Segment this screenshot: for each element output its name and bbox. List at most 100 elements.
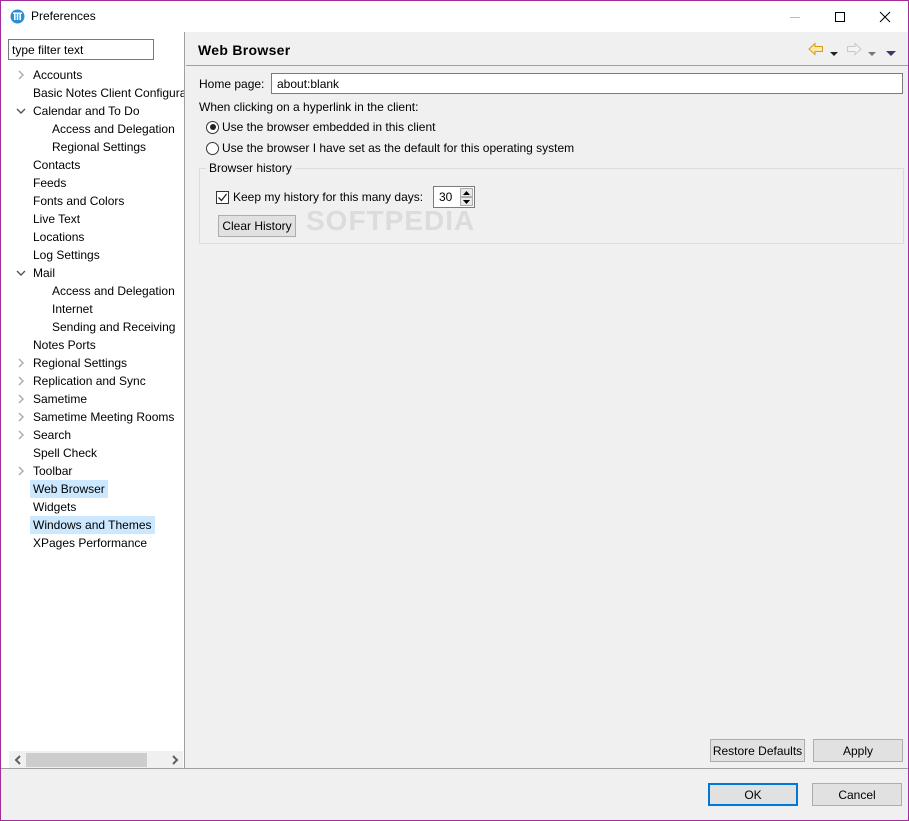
tree-item[interactable]: Replication and Sync — [1, 372, 184, 390]
back-history-dropdown[interactable] — [830, 46, 838, 60]
arrow-up-icon — [463, 190, 470, 195]
tree-item[interactable]: Windows and Themes — [1, 516, 184, 534]
keep-history-checkbox-row[interactable]: Keep my history for this many days: — [216, 188, 423, 206]
horizontal-scrollbar[interactable] — [9, 751, 183, 768]
forward-arrow-icon — [847, 42, 862, 56]
tree-item[interactable]: Sending and Receiving — [1, 318, 184, 336]
tree-item[interactable]: Toolbar — [1, 462, 184, 480]
tree-item-label: Locations — [33, 230, 85, 244]
chevron-right-icon[interactable] — [15, 354, 27, 372]
checkmark-icon — [218, 193, 228, 201]
arrow-down-icon — [463, 199, 470, 204]
tree-item-label: Notes Ports — [33, 338, 96, 352]
apply-button[interactable]: Apply — [813, 739, 903, 762]
tree-item[interactable]: Mail — [1, 264, 184, 282]
tree-item[interactable]: Contacts — [1, 156, 184, 174]
chevron-left-icon — [14, 754, 21, 765]
tree-item[interactable]: Regional Settings — [1, 354, 184, 372]
spin-up-button[interactable] — [460, 188, 473, 197]
tree-item[interactable]: Web Browser — [1, 480, 184, 498]
chevron-down-icon[interactable] — [15, 102, 27, 120]
tree-item[interactable]: Calendar and To Do — [1, 102, 184, 120]
dropdown-arrow-icon — [868, 52, 876, 56]
tree-item-label: Accounts — [33, 68, 83, 82]
tree-item-label: Feeds — [33, 176, 67, 190]
home-page-label: Home page: — [199, 77, 265, 91]
radio-button[interactable] — [206, 141, 219, 155]
keep-history-checkbox[interactable] — [216, 190, 229, 204]
tree-item-label: Regional Settings — [33, 356, 128, 370]
radio-button-checked[interactable] — [206, 120, 219, 134]
chevron-right-icon[interactable] — [15, 390, 27, 408]
notes-app-icon — [10, 9, 25, 24]
restore-defaults-button[interactable]: Restore Defaults — [710, 739, 805, 762]
maximize-button[interactable] — [817, 1, 863, 32]
tree-item-label: Access and Delegation — [52, 284, 175, 298]
tree-item[interactable]: Notes Ports — [1, 336, 184, 354]
chevron-right-icon[interactable] — [15, 66, 27, 84]
view-menu-button[interactable] — [886, 46, 896, 60]
preferences-tree-pane: Accounts Basic Notes Client Configuration… — [1, 32, 185, 768]
spin-down-button[interactable] — [460, 197, 473, 206]
history-days-value[interactable]: 30 — [439, 190, 452, 204]
minimize-icon — [790, 16, 800, 18]
chevron-right-icon[interactable] — [15, 462, 27, 480]
preference-page: Web Browser Home page: When clicking on … — [186, 32, 908, 768]
history-days-spinner[interactable]: 30 — [433, 186, 475, 208]
chevron-right-icon[interactable] — [15, 408, 27, 426]
tree-item[interactable]: Widgets — [1, 498, 184, 516]
filter-input[interactable] — [8, 39, 154, 60]
minimize-button[interactable] — [772, 1, 818, 32]
back-arrow-icon — [808, 42, 823, 56]
scrollbar-thumb[interactable] — [26, 753, 147, 767]
back-button[interactable] — [808, 42, 824, 59]
clear-history-button[interactable]: Clear History — [218, 215, 296, 237]
tree-item[interactable]: XPages Performance — [1, 534, 184, 552]
tree-item[interactable]: Regional Settings — [1, 138, 184, 156]
tree-item[interactable]: Sametime — [1, 390, 184, 408]
tree-item-label: Access and Delegation — [52, 122, 175, 136]
preferences-tree: Accounts Basic Notes Client Configuration… — [1, 66, 184, 552]
view-menu-icon — [886, 51, 896, 56]
tree-item-label: Widgets — [33, 500, 77, 514]
tree-item[interactable]: Feeds — [1, 174, 184, 192]
radio-label: Use the browser I have set as the defaul… — [222, 141, 575, 155]
tree-item[interactable]: Fonts and Colors — [1, 192, 184, 210]
tree-item-label: Contacts — [33, 158, 81, 172]
hyperlink-label: When clicking on a hyperlink in the clie… — [199, 100, 419, 114]
tree-item[interactable]: Access and Delegation — [1, 282, 184, 300]
tree-item[interactable]: Basic Notes Client Configuration — [1, 84, 184, 102]
preferences-window: Preferences Accounts Basic Notes Client C… — [0, 0, 909, 821]
tree-item[interactable]: Live Text — [1, 210, 184, 228]
tree-item-label: Regional Settings — [52, 140, 147, 154]
cancel-button[interactable]: Cancel — [812, 783, 902, 806]
chevron-down-icon[interactable] — [15, 264, 27, 282]
radio-default-browser[interactable]: Use the browser I have set as the defaul… — [206, 139, 574, 157]
tree-item-label: Web Browser — [30, 480, 108, 498]
forward-button[interactable] — [846, 42, 862, 59]
browser-history-title: Browser history — [206, 161, 295, 175]
chevron-right-icon[interactable] — [15, 372, 27, 390]
home-page-input[interactable] — [271, 73, 903, 94]
tree-item[interactable]: Search — [1, 426, 184, 444]
tree-item[interactable]: Spell Check — [1, 444, 184, 462]
ok-button[interactable]: OK — [708, 783, 798, 806]
forward-history-dropdown[interactable] — [868, 46, 876, 60]
tree-item[interactable]: Log Settings — [1, 246, 184, 264]
chevron-right-icon[interactable] — [15, 426, 27, 444]
tree-item-label: Sametime — [33, 392, 88, 406]
tree-item-label: Windows and Themes — [30, 516, 155, 534]
tree-item[interactable]: Locations — [1, 228, 184, 246]
tree-item[interactable]: Sametime Meeting Rooms — [1, 408, 184, 426]
tree-item[interactable]: Access and Delegation — [1, 120, 184, 138]
tree-item[interactable]: Internet — [1, 300, 184, 318]
tree-item-label: Sametime Meeting Rooms — [33, 410, 175, 424]
tree-item[interactable]: Accounts — [1, 66, 184, 84]
footer-separator — [1, 768, 908, 769]
scroll-right-button[interactable] — [166, 751, 183, 768]
scroll-left-button[interactable] — [9, 751, 26, 768]
radio-embedded-browser[interactable]: Use the browser embedded in this client — [206, 118, 435, 136]
close-icon — [879, 11, 891, 22]
browser-history-group — [199, 168, 904, 244]
close-button[interactable] — [862, 1, 908, 32]
